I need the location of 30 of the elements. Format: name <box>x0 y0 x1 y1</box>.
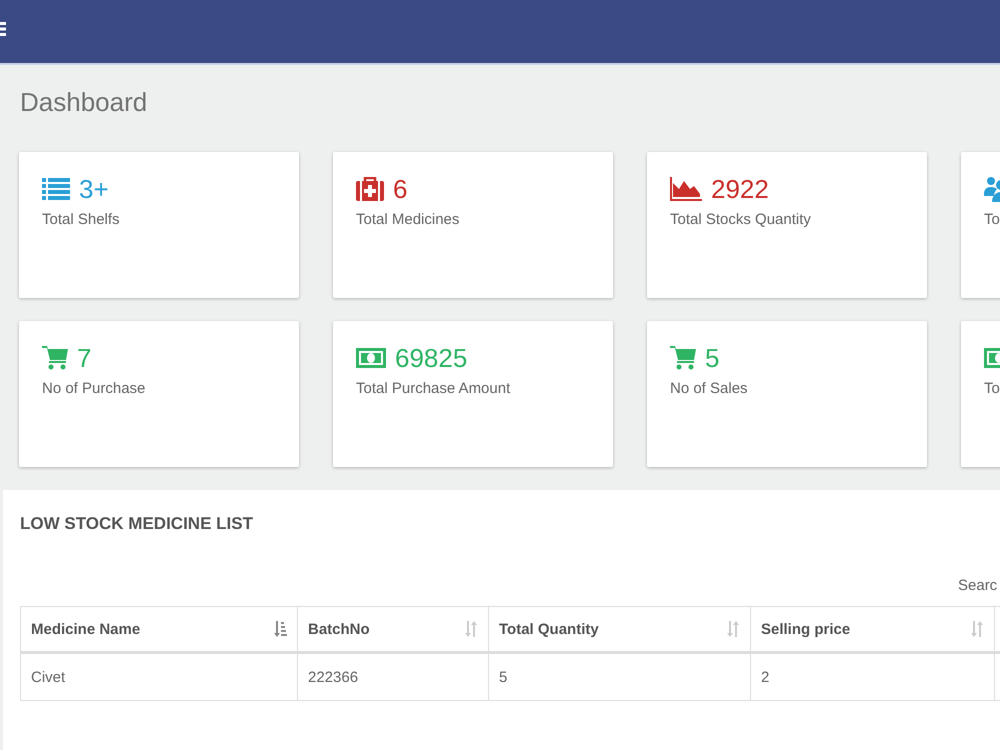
stat-value: 5 <box>705 343 720 373</box>
stat-label: Total Stocks Quantity <box>670 211 812 228</box>
stat-label: Total Purchase Amount <box>356 380 512 397</box>
sort-icon <box>726 621 740 637</box>
stat-value: 69825 <box>395 343 468 373</box>
stat-value: 3+ <box>79 174 109 204</box>
table-cell: Civet <box>20 652 298 700</box>
sort-icon <box>464 621 478 637</box>
table-cell: 2 <box>750 652 994 700</box>
panel-title: LOW STOCK MEDICINE LIST <box>20 514 254 534</box>
table-cell: 5 <box>488 652 750 700</box>
stat-label: No of Purchase <box>42 380 146 397</box>
column-header[interactable]: Medicine Name <box>20 606 298 652</box>
stat-value: 6 <box>393 174 408 204</box>
stat-value: 7 <box>77 343 92 373</box>
stat-label: To <box>984 211 1000 228</box>
stat-label: Total Medicines <box>356 211 460 228</box>
stat-label: To <box>984 380 1000 397</box>
table-cell: 222366 <box>298 652 488 700</box>
menu-icon[interactable] <box>0 22 6 36</box>
column-header[interactable]: Total Quantity <box>488 606 750 652</box>
stat-label: Total Shelfs <box>42 211 121 228</box>
stat-label: No of Sales <box>670 380 749 397</box>
column-header[interactable]: Selling price <box>750 606 994 652</box>
sort-icon <box>970 621 984 637</box>
stat-value: 2922 <box>711 174 769 204</box>
column-header[interactable]: BatchNo <box>298 606 488 652</box>
search-label: Searc <box>958 577 998 594</box>
page-title: Dashboard <box>19 86 148 119</box>
sort-ascending-icon <box>273 621 287 637</box>
